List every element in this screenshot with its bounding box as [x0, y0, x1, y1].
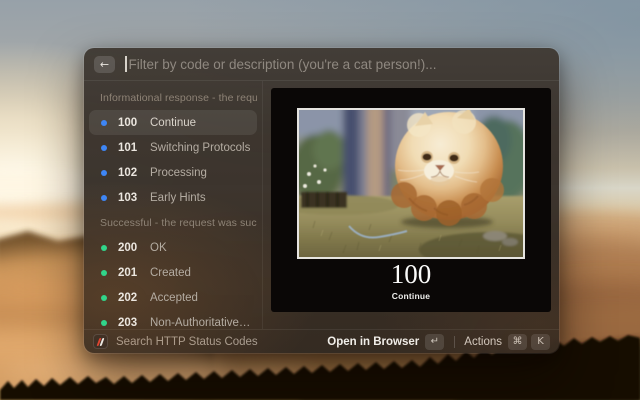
status-dot-icon: [101, 195, 107, 201]
k-key-icon: K: [531, 334, 550, 350]
item-code: 100: [118, 117, 143, 129]
poster-status-code: 100: [271, 260, 551, 288]
text-caret: [125, 56, 127, 72]
cmd-key-icon: ⌘: [508, 334, 527, 350]
item-label: Early Hints: [150, 192, 206, 204]
list-item-201[interactable]: 201 Created: [89, 260, 257, 285]
item-code: 101: [118, 142, 143, 154]
search-bar: ←: [84, 48, 559, 81]
content-area: Informational response - the request w..…: [84, 81, 559, 329]
item-label: Switching Protocols: [150, 142, 250, 154]
open-in-browser-action[interactable]: Open in Browser: [327, 336, 419, 348]
section-header-successful: Successful - the request was successf...: [89, 210, 257, 235]
launcher-window: ← Informational response - the request w…: [84, 48, 559, 353]
list-item-203[interactable]: 203 Non-Authoritative Informa...: [89, 310, 257, 329]
item-label: Non-Authoritative Informa...: [150, 317, 251, 329]
cat-photo: [297, 108, 525, 259]
detail-panel: 100 Continue: [263, 81, 559, 329]
list-item-100[interactable]: 100 Continue: [89, 110, 257, 135]
status-dot-icon: [101, 270, 107, 276]
status-dot-icon: [101, 245, 107, 251]
item-code: 200: [118, 242, 143, 254]
list-item-202[interactable]: 202 Accepted: [89, 285, 257, 310]
status-dot-icon: [101, 320, 107, 326]
footer-command-title: Search HTTP Status Codes: [116, 336, 258, 348]
item-label: OK: [150, 242, 167, 254]
item-code: 203: [118, 317, 143, 329]
poster-status-caption: Continue: [271, 291, 551, 301]
search-input[interactable]: [129, 57, 548, 72]
item-label: Processing: [150, 167, 207, 179]
list-item-102[interactable]: 102 Processing: [89, 160, 257, 185]
back-button[interactable]: ←: [94, 56, 115, 73]
status-dot-icon: [101, 170, 107, 176]
list-item-200[interactable]: 200 OK: [89, 235, 257, 260]
return-key-icon: ↵: [425, 334, 444, 350]
status-dot-icon: [101, 145, 107, 151]
list-item-103[interactable]: 103 Early Hints: [89, 185, 257, 210]
footer-divider: [454, 336, 455, 348]
desktop: ← Informational response - the request w…: [0, 0, 640, 400]
extension-icon: [93, 334, 108, 349]
status-code-list: Informational response - the request w..…: [84, 81, 263, 329]
footer-bar: Search HTTP Status Codes Open in Browser…: [84, 329, 559, 353]
item-code: 102: [118, 167, 143, 179]
item-label: Continue: [150, 117, 196, 129]
cat-photo-art: [299, 110, 523, 257]
item-code: 201: [118, 267, 143, 279]
status-dot-icon: [101, 120, 107, 126]
item-label: Accepted: [150, 292, 198, 304]
actions-menu-button[interactable]: Actions: [464, 336, 502, 348]
item-code: 202: [118, 292, 143, 304]
item-label: Created: [150, 267, 191, 279]
http-cat-poster: 100 Continue: [271, 88, 551, 312]
status-dot-icon: [101, 295, 107, 301]
section-header-informational: Informational response - the request w..…: [89, 85, 257, 110]
list-item-101[interactable]: 101 Switching Protocols: [89, 135, 257, 160]
item-code: 103: [118, 192, 143, 204]
